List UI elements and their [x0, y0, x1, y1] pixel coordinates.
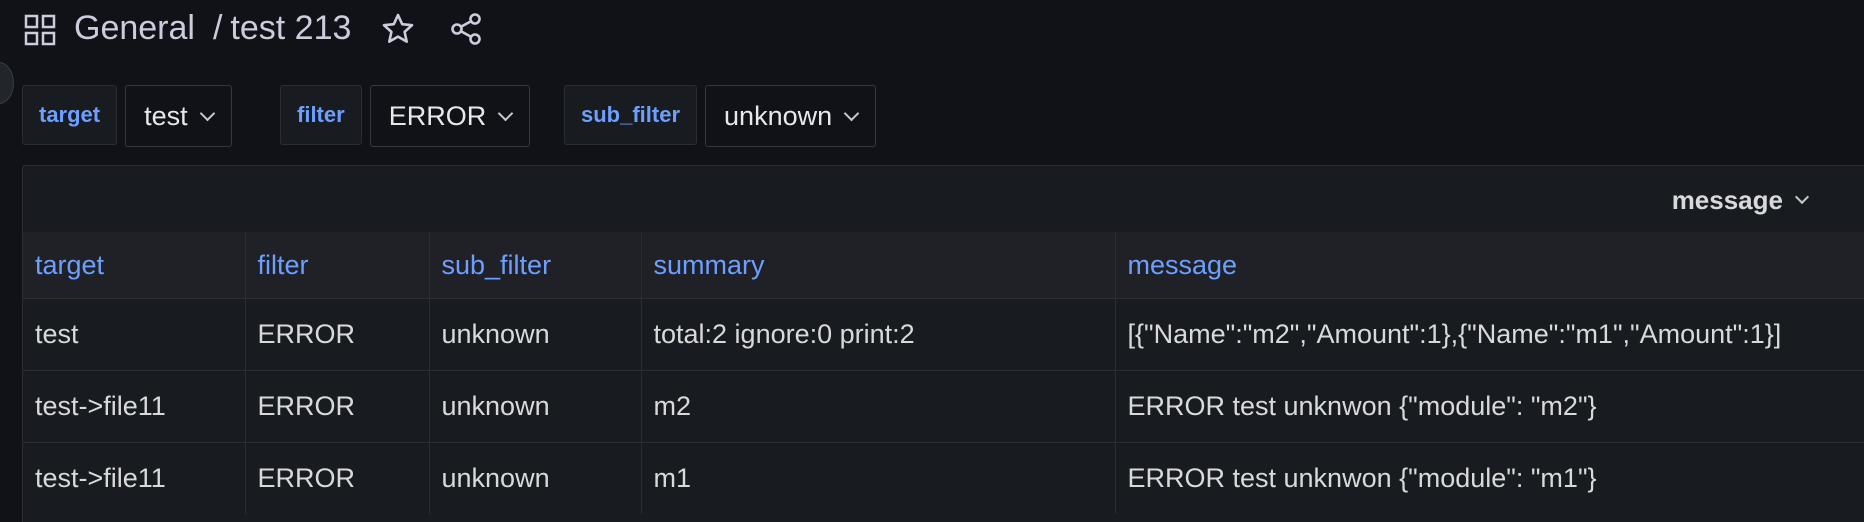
table-row: test->file11 ERROR unknown m2 ERROR test…: [23, 370, 1864, 443]
table-cell: test: [23, 298, 246, 371]
table-cell: ERROR: [245, 298, 430, 371]
chevron-down-icon: [843, 105, 860, 121]
table-panel: message target filter sub_filter summary…: [22, 165, 1864, 522]
table-cell: m2: [641, 370, 1116, 443]
table-row: test ERROR unknown total:2 ignore:0 prin…: [23, 298, 1864, 371]
variable-target: target test: [22, 85, 232, 147]
table-cell: unknown: [429, 298, 642, 371]
table-cell: unknown: [429, 442, 642, 514]
table-cell: test->file11: [23, 442, 246, 514]
table-cell: ERROR test unknwon {"module": "m1"}: [1115, 442, 1864, 514]
data-table: target filter sub_filter summary message…: [23, 232, 1864, 514]
variable-label-filter: filter: [280, 85, 362, 145]
variable-value-target: test: [144, 100, 188, 131]
share-icon[interactable]: [448, 11, 484, 47]
column-header-target[interactable]: target: [23, 232, 246, 299]
column-header-message[interactable]: message: [1115, 232, 1864, 299]
breadcrumb-separator: /: [212, 9, 223, 47]
variable-select-filter[interactable]: ERROR: [369, 85, 531, 147]
grid-icon[interactable]: [24, 14, 56, 46]
table-cell: ERROR test unknwon {"module": "m2"}: [1115, 370, 1864, 443]
star-icon[interactable]: [380, 11, 416, 47]
table-cell: unknown: [429, 370, 642, 443]
field-selector[interactable]: message: [1671, 180, 1810, 220]
table-row: test->file11 ERROR unknown m1 ERROR test…: [23, 442, 1864, 514]
table-cell: ERROR: [245, 442, 430, 514]
chevron-down-icon: [199, 105, 215, 121]
table-cell: total:2 ignore:0 print:2: [641, 298, 1116, 371]
table-header-row: target filter sub_filter summary message: [23, 232, 1864, 299]
variable-value-sub-filter: unknown: [724, 100, 833, 131]
breadcrumb: General / test 213: [74, 8, 351, 48]
variable-value-filter: ERROR: [388, 100, 487, 131]
column-header-sub-filter[interactable]: sub_filter: [429, 232, 642, 299]
table-cell: test->file11: [23, 370, 246, 443]
chevron-down-icon: [1794, 189, 1810, 205]
field-selector-label: message: [1671, 184, 1783, 215]
variable-select-sub-filter[interactable]: unknown: [705, 85, 877, 147]
column-header-summary[interactable]: summary: [641, 232, 1116, 299]
breadcrumb-folder[interactable]: General: [74, 9, 195, 47]
dashboard-page: General / test 213 target test filter ERRO…: [0, 0, 1864, 522]
variable-select-target[interactable]: test: [125, 85, 232, 147]
variable-sub-filter: sub_filter unknown: [564, 85, 877, 147]
chevron-down-icon: [497, 105, 514, 121]
table-cell: ERROR: [245, 370, 430, 443]
table-cell: m1: [641, 442, 1116, 514]
page-title: test 213: [230, 9, 352, 47]
table-cell: [{"Name":"m2","Amount":1},{"Name":"m1","…: [1115, 298, 1864, 371]
variable-label-target: target: [22, 85, 118, 145]
variable-filter: filter ERROR: [280, 85, 531, 147]
dashboard-header: General / test 213: [0, 0, 1864, 58]
sidebar-toggle-handle[interactable]: [0, 62, 14, 104]
column-header-filter[interactable]: filter: [245, 232, 430, 299]
variable-label-sub-filter: sub_filter: [564, 85, 698, 145]
